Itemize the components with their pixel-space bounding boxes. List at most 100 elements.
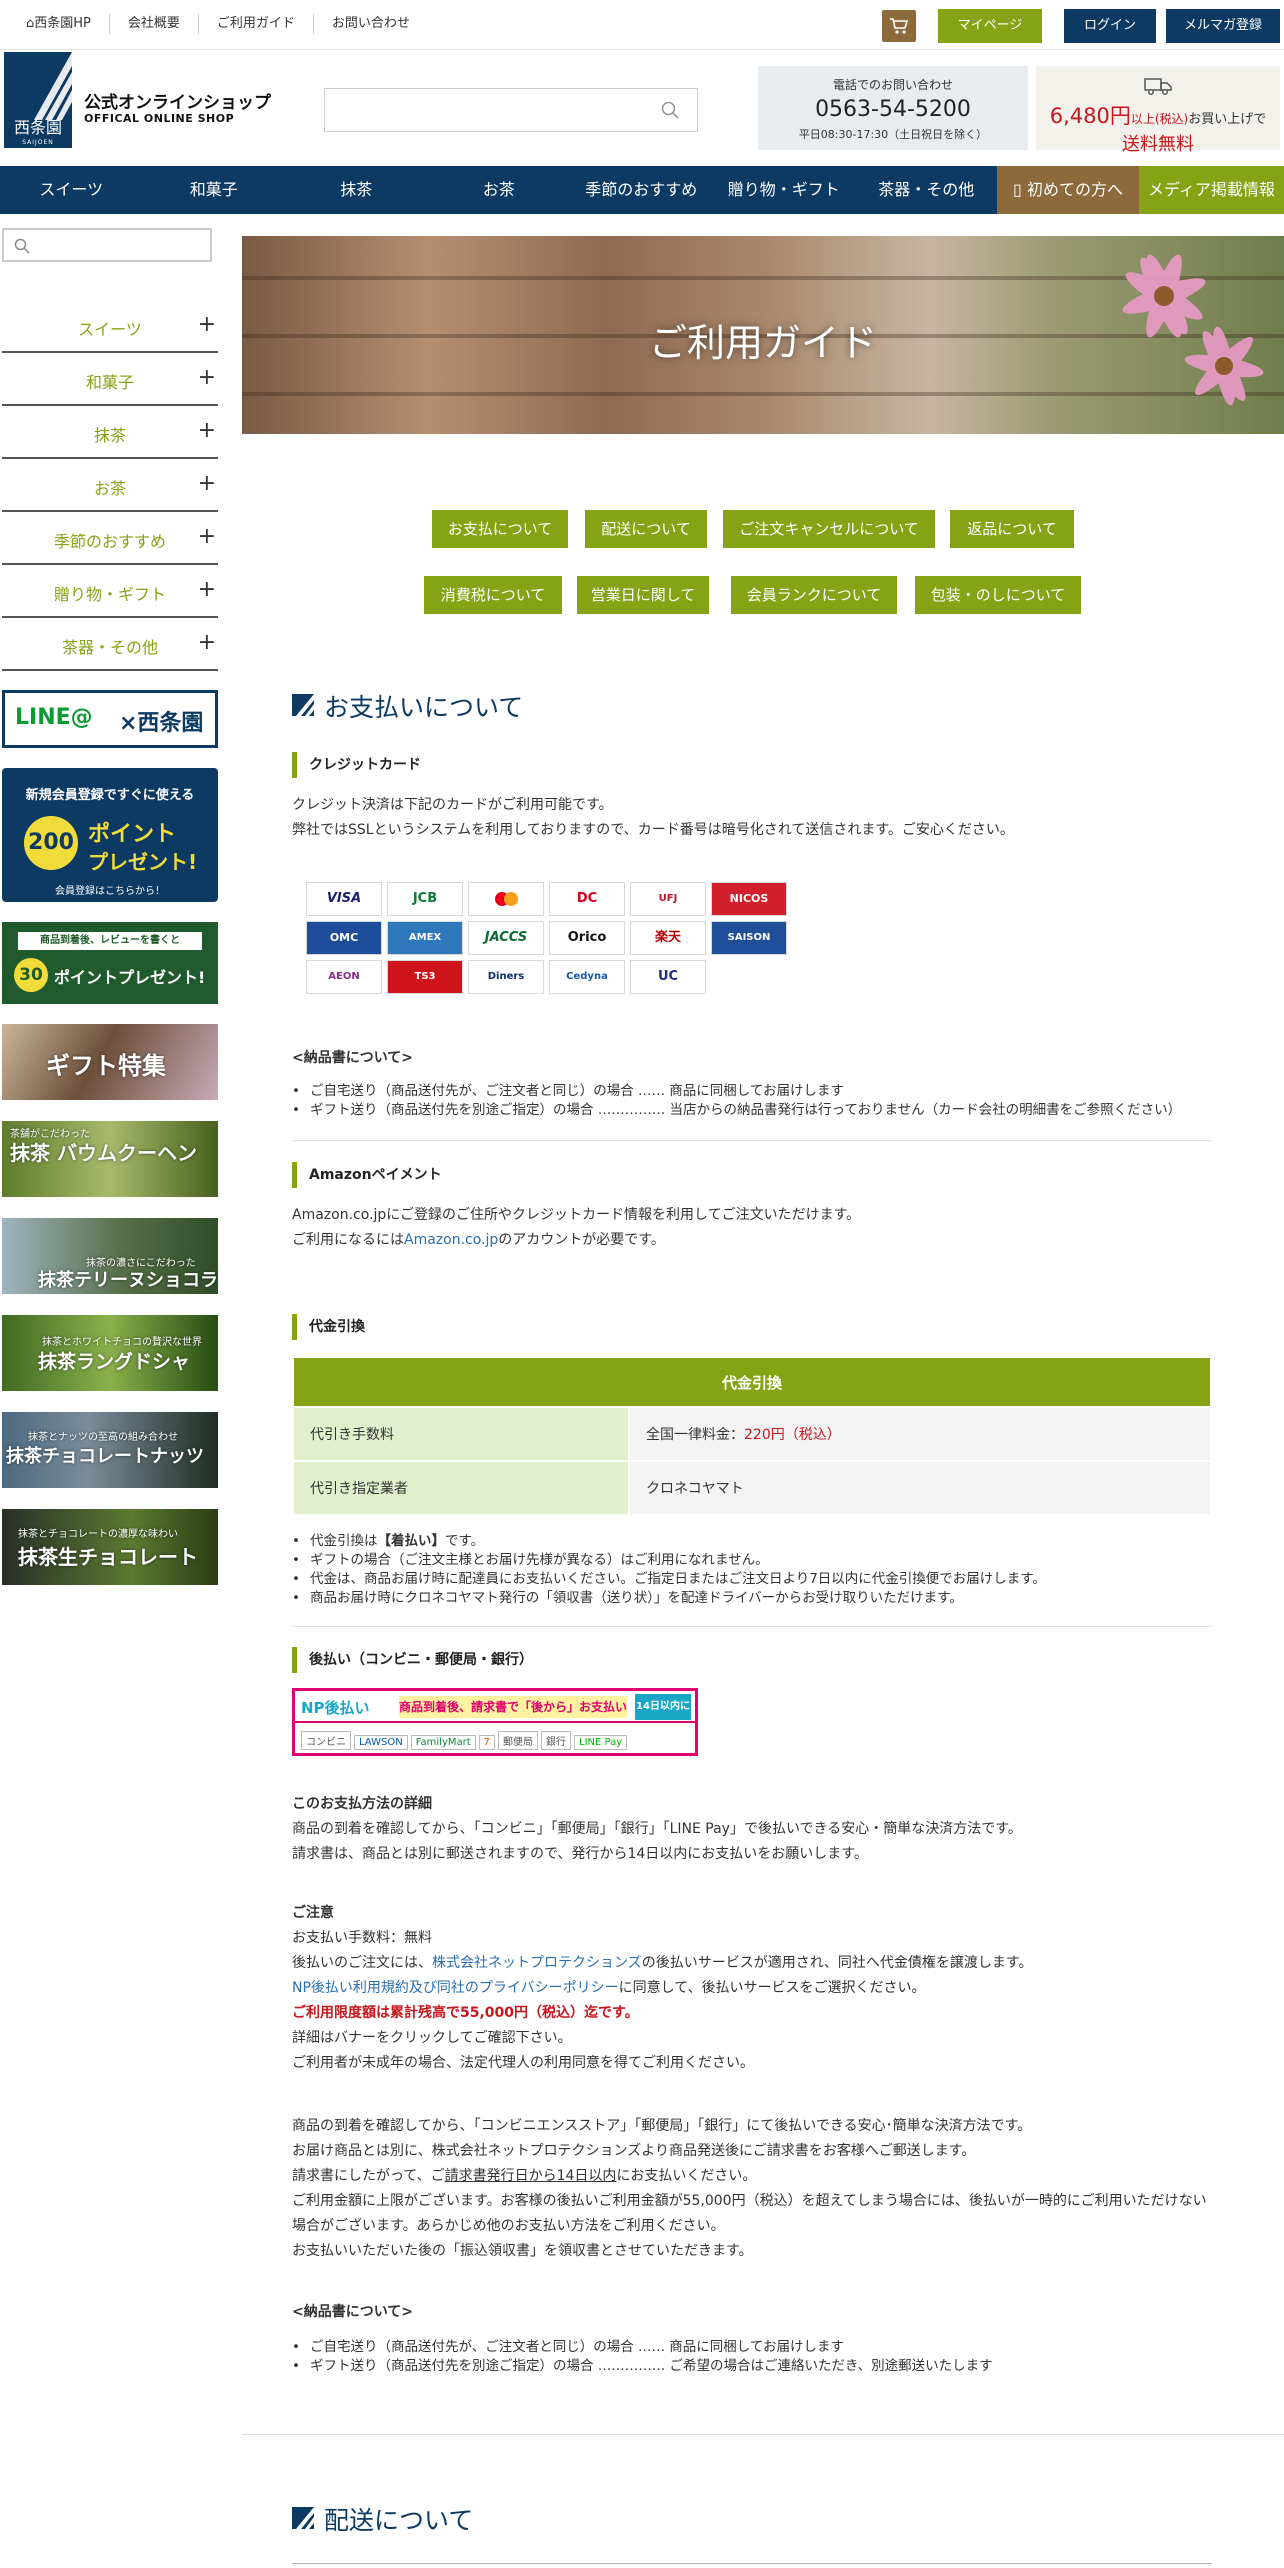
delivery-note-heading: <納品書について>	[292, 1050, 414, 1066]
section-icon	[292, 2507, 314, 2529]
divider	[292, 1140, 1212, 1141]
np-limit-warning: ご利用限度額は累計残高で55,000円（税込）迄です。	[292, 2005, 639, 2021]
phone-number[interactable]: 0563-54-5200	[758, 97, 1028, 122]
plus-icon[interactable]: +	[198, 314, 216, 336]
nav-seasonal[interactable]: 季節のおすすめ	[570, 166, 713, 214]
np-atobarai-banner[interactable]: NP後払い 商品到着後、請求書で「後から」お支払い 14日以内にお支払い コンビ…	[292, 1688, 698, 1756]
list-item: 商品お届け時にクロネコヤマト発行の「領収書（送り状）」を配達ドライバーからお受け…	[292, 1589, 1046, 1608]
np-detail-heading: このお支払方法の詳細	[292, 1796, 432, 1812]
tab-wrapping[interactable]: 包装・のしについて	[915, 576, 1081, 614]
amazon-pay-text-1: Amazon.co.jpにご登録のご住所やクレジットカード情報を利用してご注文い…	[292, 1207, 861, 1223]
np-store-logos: コンビニ LAWSON FamilyMart 7 郵便局 銀行 LINE Pay	[301, 1731, 630, 1750]
netprotections-link[interactable]: 株式会社ネットプロテクションズ	[432, 1955, 642, 1971]
baumkuchen-banner[interactable]: 茶舗がこだわった 抹茶 バウムクーヘン	[2, 1121, 218, 1197]
tab-shipping[interactable]: 配送について	[585, 510, 707, 548]
mypage-button[interactable]: マイページ	[938, 9, 1042, 43]
company-link[interactable]: 会社概要	[110, 14, 199, 34]
np-terms-link[interactable]: NP後払い利用規約及び同社のプライバシーポリシー	[292, 1980, 619, 1996]
divider	[292, 1626, 1212, 1627]
tab-tax[interactable]: 消費税について	[424, 576, 562, 614]
sidebar-item-sweets[interactable]: スイーツ +	[2, 300, 218, 353]
phone-label: 電話でのお問い合わせ	[832, 78, 953, 92]
guide-link[interactable]: ご利用ガイド	[199, 14, 314, 34]
nav-tea[interactable]: お茶	[428, 166, 571, 214]
plus-icon[interactable]: +	[198, 579, 216, 601]
np-delivery-note-heading: <納品書について>	[292, 2304, 414, 2320]
cod-table-title: 代金引換	[292, 1356, 1212, 1408]
list-item: ご自宅送り（商品送付先が、ご注文者と同じ）の場合 …… 商品に同梱してお届けしま…	[292, 1082, 1181, 1101]
sidebar-item-tea[interactable]: お茶 +	[2, 459, 218, 512]
tab-returns[interactable]: 返品について	[950, 510, 1074, 548]
line-banner[interactable]: LINE@ ×西条園	[2, 690, 218, 748]
contact-link[interactable]: お問い合わせ	[314, 14, 428, 34]
hero-banner: ご利用ガイド	[242, 236, 1284, 434]
book-icon: ▯	[1013, 180, 1022, 199]
card-logo-uc: UC	[630, 960, 706, 994]
saijoen-logo[interactable]: 西条園 SAIJOEN	[4, 52, 72, 148]
nav-beginner[interactable]: ▯ 初めての方へ	[997, 166, 1139, 214]
plus-icon[interactable]: +	[198, 420, 216, 442]
shop-title: 公式オンラインショップ	[84, 93, 271, 113]
tab-payment[interactable]: お支払について	[432, 510, 568, 548]
sidebar-item-teaware[interactable]: 茶器・その他 +	[2, 618, 218, 671]
amazon-pay-heading: Amazonペイメント	[292, 1162, 442, 1188]
signup-point-banner[interactable]: 新規会員登録ですぐに使える 200 ポイント プレゼント! 会員登録はこちらから…	[2, 768, 218, 902]
login-button[interactable]: ログイン	[1064, 9, 1156, 43]
logo-sub: SAIJOEN	[22, 139, 54, 146]
chocolate-nuts-banner[interactable]: 抹茶とナッツの至高の組み合わせ 抹茶チョコレートナッツ	[2, 1412, 218, 1488]
card-logo-cedyna: Cedyna	[549, 960, 625, 994]
nama-chocolate-banner[interactable]: 抹茶とチョコレートの濃厚な味わい 抹茶生チョコレート	[2, 1509, 218, 1585]
tab-member-rank[interactable]: 会員ランクについて	[731, 576, 897, 614]
nav-media[interactable]: メディア掲載情報	[1139, 166, 1284, 214]
credit-card-heading: クレジットカード	[292, 752, 421, 778]
np-banner-message: 商品到着後、請求書で「後から」お支払い	[399, 1696, 627, 1718]
nav-gift[interactable]: 贈り物・ギフト	[713, 166, 856, 214]
sidebar-categories: スイーツ + 和菓子 + 抹茶 + お茶 + 季節のおすすめ + 贈り物・ギフト + 茶器・…	[2, 300, 218, 671]
sidebar-item-gift[interactable]: 贈り物・ギフト +	[2, 565, 218, 618]
card-logo-ts3: TS3	[387, 960, 463, 994]
sidebar-item-matcha[interactable]: 抹茶 +	[2, 406, 218, 459]
plus-icon[interactable]: +	[198, 526, 216, 548]
search-icon[interactable]	[661, 101, 679, 119]
home-link[interactable]: ⌂西条園HP	[18, 14, 110, 34]
cod-table: 代金引換 代引き手数料 全国一律料金：220円（税込） 代引き指定業者 クロネコ…	[292, 1356, 1212, 1516]
plus-icon[interactable]: +	[198, 632, 216, 654]
delivery-note-list: ご自宅送り（商品送付先が、ご注文者と同じ）の場合 …… 商品に同梱してお届けしま…	[292, 1082, 1181, 1120]
credit-card-text-1: クレジット決済は下記のカードがご利用可能です。	[292, 797, 613, 813]
card-logo-mastercard	[468, 882, 544, 916]
card-logo-diners: Diners	[468, 960, 544, 994]
terrine-banner[interactable]: 抹茶の濃さにこだわった 抹茶テリーヌショコラ	[2, 1218, 218, 1294]
newsletter-button[interactable]: メルマガ登録	[1166, 9, 1280, 43]
nav-matcha[interactable]: 抹茶	[285, 166, 428, 214]
gift-feature-banner[interactable]: ギフト特集	[2, 1024, 218, 1100]
list-item: ご自宅送り（商品送付先が、ご注文者と同じ）の場合 …… 商品に同梱してお届けしま…	[292, 2338, 993, 2357]
plus-icon[interactable]: +	[198, 367, 216, 389]
review-point-banner[interactable]: 商品到着後、レビューを書くと 30 ポイントプレゼント!	[2, 922, 218, 1004]
card-logo-aeon: AEON	[306, 960, 382, 994]
cod-carrier-label: 代引き指定業者	[292, 1460, 630, 1516]
nav-sweets[interactable]: スイーツ	[0, 166, 143, 214]
main-navigation: スイーツ 和菓子 抹茶 お茶 季節のおすすめ 贈り物・ギフト 茶器・その他 ▯ …	[0, 166, 1284, 214]
header-search-input[interactable]	[324, 88, 698, 132]
sidebar-search-input[interactable]	[2, 228, 212, 262]
plus-icon[interactable]: +	[198, 473, 216, 495]
cart-icon	[890, 18, 909, 34]
nav-wagashi[interactable]: 和菓子	[143, 166, 286, 214]
table-row: 代引き手数料 全国一律料金：220円（税込）	[292, 1406, 1212, 1462]
np-logo: NP後払い	[301, 1699, 370, 1717]
shipping-free-label: 送料無料	[1122, 134, 1194, 155]
langue-de-chat-banner[interactable]: 抹茶とホワイトチョコの贅沢な世界 抹茶ラングドシャ	[2, 1315, 218, 1391]
sidebar-item-seasonal[interactable]: 季節のおすすめ +	[2, 512, 218, 565]
tab-business-days[interactable]: 営業日に関して	[577, 576, 709, 614]
np-delivery-note-list: ご自宅送り（商品送付先が、ご注文者と同じ）の場合 …… 商品に同梱してお届けしま…	[292, 2338, 993, 2376]
np-para-6: お支払いいただいた後の「振込領収書」を領収書とさせていただきます。	[292, 2243, 753, 2259]
np-caution-2: 後払いのご注文には、株式会社ネットプロテクションズの後払いサービスが適用され、同…	[292, 1955, 1033, 1971]
card-logo-amex: AMEX	[387, 921, 463, 955]
np-para-5: 場合がございます。あらかじめ他のお支払い方法をご利用ください。	[292, 2218, 725, 2234]
payment-section-title: お支払いについて	[324, 693, 524, 722]
amazon-link[interactable]: Amazon.co.jp	[404, 1232, 498, 1248]
nav-teaware[interactable]: 茶器・その他	[855, 166, 998, 214]
sidebar-item-wagashi[interactable]: 和菓子 +	[2, 353, 218, 406]
cart-button[interactable]	[882, 10, 916, 42]
tab-cancel[interactable]: ご注文キャンセルについて	[723, 510, 935, 548]
